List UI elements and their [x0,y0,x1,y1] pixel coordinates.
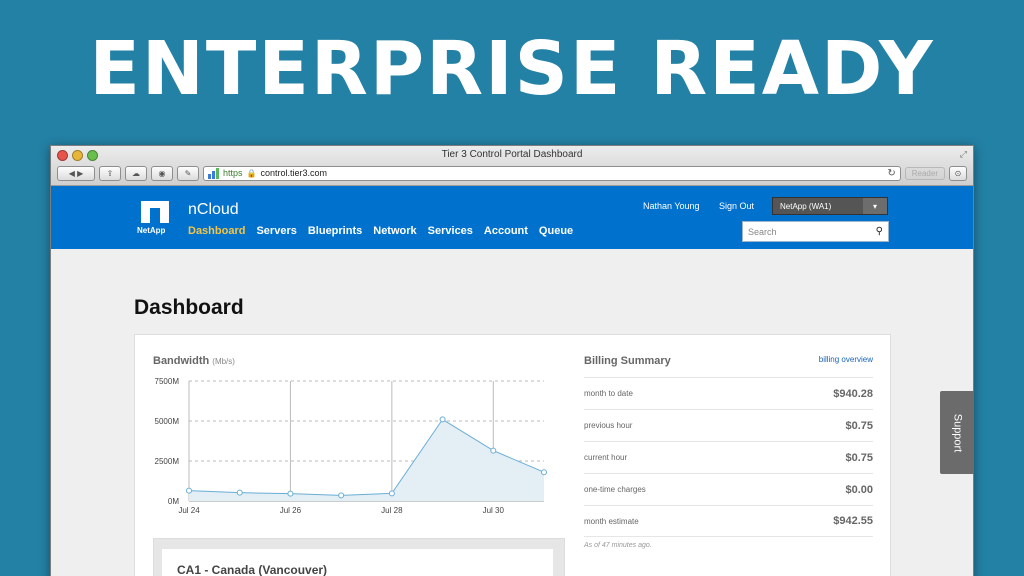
browser-toolbar: ◀ ▶ ⇪ ☁ ◉ ✎ https 🔒 control.tier3.com ↻ … [57,165,967,181]
billing-row-value: $0.75 [845,451,873,464]
billing-row-value: $942.55 [833,515,873,527]
brand-name: nCloud [188,201,239,218]
nav-services[interactable]: Services [428,225,473,237]
billing-row-label: previous hour [584,421,633,430]
account-selector-value: NetApp (WA1) [780,201,832,211]
slide-title: ENTERPRISE READY [89,26,935,112]
billing-row-label: one-time charges [584,485,646,494]
billing-row: current hour $0.75 [584,441,873,473]
nav-servers[interactable]: Servers [256,225,296,237]
region-panel: CA1 - Canada (Vancouver) [153,538,565,576]
sign-out-link[interactable]: Sign Out [719,201,754,211]
site-favicon-icon [208,167,219,179]
bandwidth-title: Bandwidth (Mb/s) [153,355,235,367]
chevron-down-icon[interactable]: ▾ [863,198,887,214]
bandwidth-label: Bandwidth [153,355,210,367]
billing-row: one-time charges $0.00 [584,473,873,505]
data-point [490,447,497,454]
support-label: Support [951,413,963,452]
netapp-logo[interactable]: NetApp [137,201,173,237]
search-input[interactable]: Search ⚲ [742,221,889,242]
x-tick-label: Jul 26 [280,506,302,515]
account-selector[interactable]: NetApp (WA1) ▾ [772,197,888,215]
back-arrow-icon[interactable]: ◀ [69,169,75,178]
address-bar[interactable]: https 🔒 control.tier3.com ↻ [203,165,901,181]
billing-row: month to date $940.28 [584,377,873,409]
logo-text: NetApp [137,226,166,235]
wrench-icon[interactable]: ✎ [177,165,199,181]
billing-overview-link[interactable]: billing overview [819,355,873,364]
region-title: CA1 - Canada (Vancouver) [177,563,328,576]
lock-icon: 🔒 [246,168,257,178]
billing-row-label: month to date [584,389,633,398]
data-point [186,487,192,494]
fullscreen-icon[interactable]: ⤢ [960,149,967,160]
data-point [236,489,243,496]
dashboard-card: Bandwidth (Mb/s) 7500M 5000M 2500M 0M Jul 24… [134,334,891,576]
billing-rows: month to date $940.28 previous hour $0.7… [584,377,873,537]
billing-row-label: current hour [584,453,628,462]
back-forward-buttons[interactable]: ◀ ▶ [57,165,95,181]
url-text[interactable]: control.tier3.com [260,168,327,178]
nav-dashboard[interactable]: Dashboard [188,225,245,237]
bandwidth-unit: (Mb/s) [212,357,235,366]
billing-row-value: $0.75 [845,419,873,432]
series-area [189,419,544,501]
forward-arrow-icon[interactable]: ▶ [77,169,83,178]
nav-network[interactable]: Network [373,225,416,237]
reload-icon[interactable]: ↻ [887,168,895,179]
main-content: Dashboard Bandwidth (Mb/s) 7500M 5000M 250… [51,249,973,576]
x-tick-label: Jul 24 [178,506,200,515]
search-placeholder: Search [748,226,777,237]
data-point [287,490,294,497]
cloud-icon[interactable]: ☁ [125,165,147,181]
billing-row: previous hour $0.75 [584,409,873,441]
bandwidth-chart: 7500M 5000M 2500M 0MJul 24 Jul 26 Jul 28 Jul 3… [155,377,547,515]
extension-icon[interactable]: ◉ [151,165,173,181]
y-tick-label: 2500M [155,457,180,466]
x-tick-label: Jul 28 [381,506,403,515]
x-tick-label: Jul 30 [483,506,505,515]
data-point [388,490,395,497]
nav-blueprints[interactable]: Blueprints [308,225,362,237]
billing-row-value: $0.00 [845,483,873,496]
logo-mark-icon [141,201,169,223]
share-icon[interactable]: ⇪ [99,165,121,181]
y-tick-label: 7500M [155,377,180,386]
billing-row-value: $940.28 [833,387,873,400]
nav-queue[interactable]: Queue [539,225,573,237]
page-title: Dashboard [134,296,244,319]
region-card[interactable]: CA1 - Canada (Vancouver) [162,549,553,576]
data-point [338,492,345,499]
reader-button[interactable]: Reader [904,166,945,180]
data-point [439,416,446,423]
billing-row: month estimate $942.55 [584,505,873,537]
support-tab[interactable]: Support [940,391,974,474]
y-tick-label: 5000M [155,417,180,426]
url-scheme: https [223,168,243,178]
billing-row-label: month estimate [584,516,639,526]
billing-timestamp: As of 47 minutes ago. [584,542,652,549]
search-icon[interactable]: ⚲ [876,226,883,237]
download-icon[interactable]: ⊙ [949,165,967,181]
data-point [541,469,547,476]
nav-account[interactable]: Account [484,225,528,237]
main-nav: Dashboard Servers Blueprints Network Ser… [188,225,573,237]
browser-titlebar: Tier 3 Control Portal Dashboard ⤢ ◀ ▶ ⇪ … [51,146,973,186]
billing-summary: Billing Summary billing overview month t… [584,355,873,549]
app-header: NetApp nCloud Dashboard Servers Blueprin… [51,186,973,249]
y-tick-label: 0M [168,497,179,506]
user-name-link[interactable]: Nathan Young [643,201,700,211]
window-title: Tier 3 Control Portal Dashboard [441,149,583,160]
browser-window: Tier 3 Control Portal Dashboard ⤢ ◀ ▶ ⇪ … [50,145,974,576]
